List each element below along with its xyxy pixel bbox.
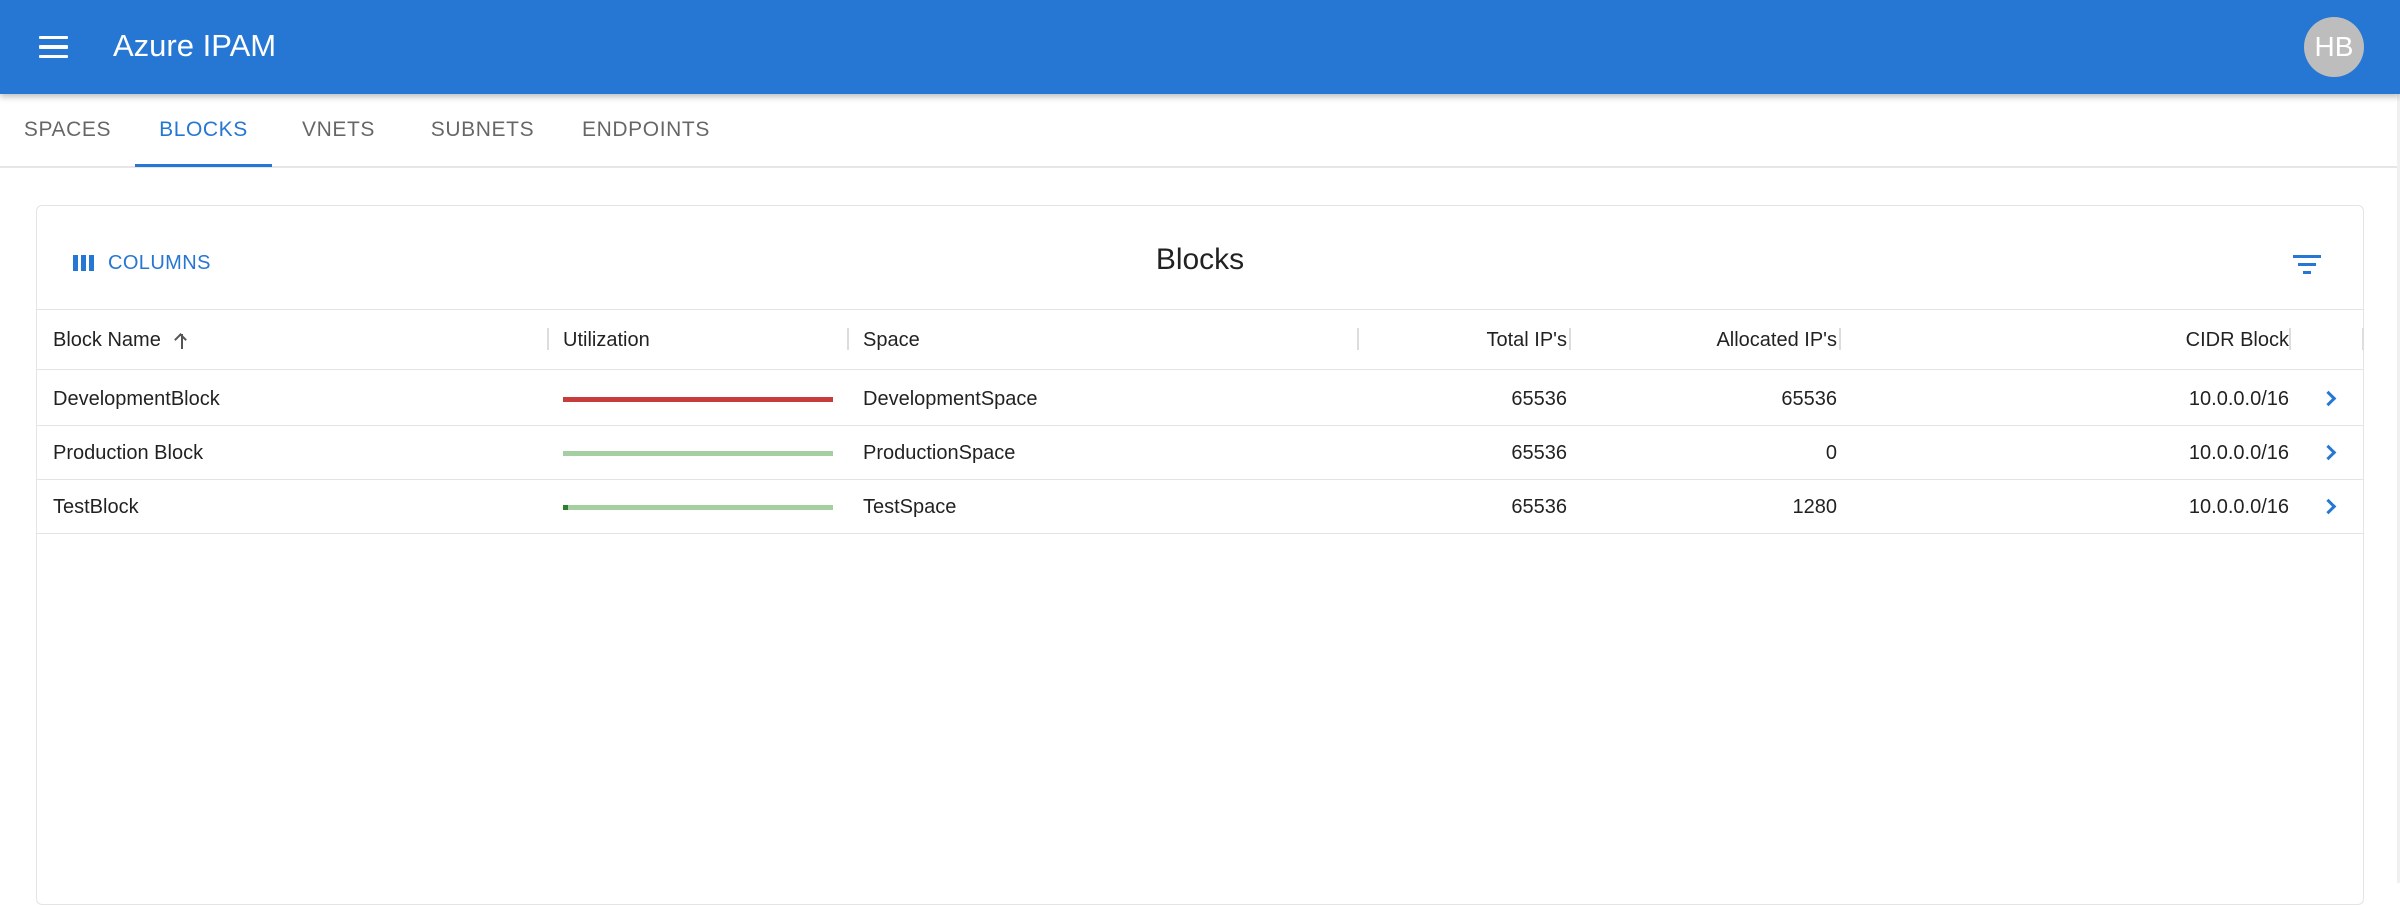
app-title: Azure IPAM — [113, 28, 277, 63]
table-title: Blocks — [1155, 243, 1245, 276]
column-resize-handle[interactable] — [2289, 328, 2291, 350]
column-header-utilization[interactable]: Utilization — [563, 310, 823, 370]
allocated-ips-cell: 0 — [1825, 441, 1837, 464]
utilization-bar — [563, 397, 833, 402]
cidr-block-cell: 10.0.0.0/16 — [2188, 441, 2289, 464]
column-header-total-ips[interactable]: Total IP's — [1373, 310, 1567, 370]
chevron-right-icon[interactable] — [2320, 388, 2342, 410]
table-row[interactable]: DevelopmentBlock DevelopmentSpace 65536 … — [37, 372, 2363, 426]
column-header-space[interactable]: Space — [863, 310, 1263, 370]
column-resize-handle[interactable] — [547, 328, 549, 350]
allocated-ips-cell: 1280 — [1792, 495, 1838, 518]
total-ips-cell: 65536 — [1511, 387, 1567, 410]
menu-icon[interactable] — [30, 27, 76, 67]
tab-bar: SPACES BLOCKS VNETS SUBNETS ENDPOINTS — [0, 94, 2400, 168]
tab-blocks[interactable]: BLOCKS — [135, 94, 272, 166]
sort-ascending-icon[interactable] — [173, 330, 191, 350]
block-name-cell: TestBlock — [53, 495, 139, 518]
utilization-bar — [563, 505, 833, 510]
avatar[interactable]: HB — [2304, 17, 2364, 77]
block-name-cell: DevelopmentBlock — [53, 387, 220, 410]
column-resize-handle[interactable] — [1357, 328, 1359, 350]
column-header-cidr-block[interactable]: CIDR Block — [1855, 310, 2289, 370]
space-cell: TestSpace — [863, 495, 957, 518]
tab-subnets[interactable]: SUBNETS — [405, 94, 560, 166]
cidr-block-cell: 10.0.0.0/16 — [2188, 387, 2289, 410]
tab-vnets[interactable]: VNETS — [272, 94, 405, 166]
space-cell: DevelopmentSpace — [863, 387, 1038, 410]
column-resize-handle[interactable] — [1839, 328, 1841, 350]
table-toolbar: COLUMNS Blocks — [37, 206, 2363, 310]
app-bar: Azure IPAM HB — [0, 0, 2400, 94]
active-tab-indicator — [135, 164, 272, 167]
filter-icon[interactable] — [2287, 244, 2327, 284]
tab-spaces[interactable]: SPACES — [0, 94, 135, 166]
chevron-right-icon[interactable] — [2320, 496, 2342, 518]
column-resize-handle[interactable] — [2362, 328, 2364, 350]
block-name-cell: Production Block — [53, 441, 204, 464]
column-resize-handle[interactable] — [847, 328, 849, 350]
cidr-block-cell: 10.0.0.0/16 — [2188, 495, 2289, 518]
space-cell: ProductionSpace — [863, 441, 1016, 464]
utilization-bar-fill — [563, 505, 569, 510]
column-header-label: Block Name — [53, 328, 161, 351]
total-ips-cell: 65536 — [1511, 495, 1567, 518]
allocated-ips-cell: 65536 — [1781, 387, 1837, 410]
tab-endpoints[interactable]: ENDPOINTS — [560, 94, 732, 166]
column-header-block-name[interactable]: Block Name — [53, 310, 353, 370]
table-row[interactable]: TestBlock TestSpace 65536 1280 10.0.0.0/… — [37, 480, 2363, 534]
column-resize-handle[interactable] — [1569, 328, 1571, 350]
table-header: Block Name Utilization Space Total IP's … — [37, 310, 2364, 370]
utilization-bar — [563, 451, 833, 456]
chevron-right-icon[interactable] — [2320, 442, 2342, 464]
column-header-allocated-ips[interactable]: Allocated IP's — [1585, 310, 1837, 370]
blocks-table-card: COLUMNS Blocks Block Name Utilization Sp… — [36, 205, 2364, 905]
total-ips-cell: 65536 — [1511, 441, 1567, 464]
table-row[interactable]: Production Block ProductionSpace 65536 0… — [37, 426, 2363, 480]
